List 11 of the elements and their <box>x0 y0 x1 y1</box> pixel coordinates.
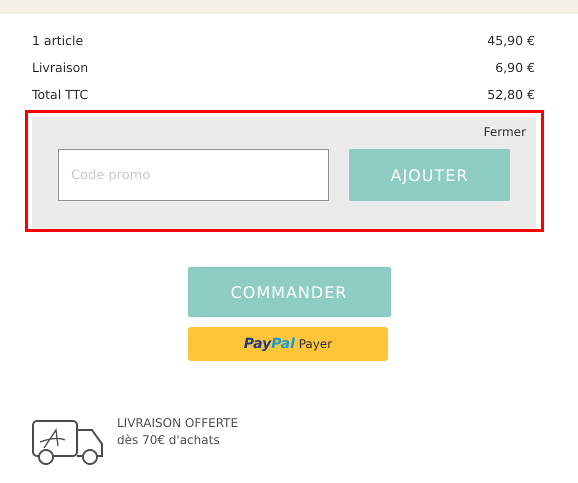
truck-icon <box>32 420 104 466</box>
summary-label: Total TTC <box>32 86 88 103</box>
summary-amount: 52,80 € <box>487 86 535 103</box>
summary-amount: 6,90 € <box>495 59 535 76</box>
close-link[interactable]: Fermer <box>484 125 526 149</box>
summary-label: 1 article <box>32 32 84 49</box>
paypal-button[interactable]: PayPal Payer <box>188 327 388 361</box>
summary-amount: 45,90 € <box>487 32 535 49</box>
summary-label: Livraison <box>32 59 88 76</box>
shipping-condition: dès 70€ d'achats <box>117 433 221 447</box>
shipping-title: LIVRAISON OFFERTE <box>117 416 238 430</box>
